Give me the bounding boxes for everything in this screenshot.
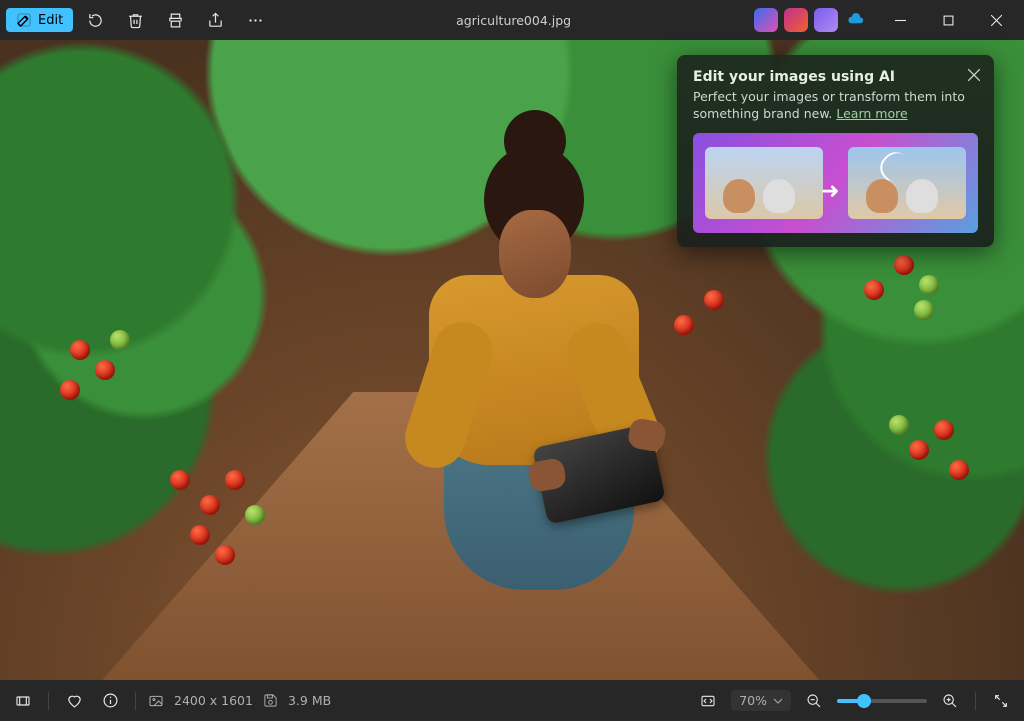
tip-heading: Edit your images using AI xyxy=(693,69,978,85)
fullscreen-button[interactable] xyxy=(988,688,1014,714)
tip-body-text: Perfect your images or transform them in… xyxy=(693,89,965,121)
tip-learn-more-link[interactable]: Learn more xyxy=(836,106,907,121)
rotate-icon xyxy=(87,12,104,29)
more-button[interactable] xyxy=(237,4,273,36)
zoom-value: 70% xyxy=(739,693,767,708)
image-viewport[interactable]: Edit your images using AI Perfect your i… xyxy=(0,40,1024,680)
delete-icon xyxy=(127,12,144,29)
favorite-icon xyxy=(66,692,83,709)
onedrive-app-icon xyxy=(846,10,866,30)
info-icon xyxy=(102,692,119,709)
gallery-view-icon xyxy=(15,693,31,709)
status-bar: 2400 x 1601 3.9 MB 70% xyxy=(0,680,1024,721)
share-button[interactable] xyxy=(197,4,233,36)
print-button[interactable] xyxy=(157,4,193,36)
file-size: 3.9 MB xyxy=(288,693,331,708)
window-title: agriculture004.jpg xyxy=(277,13,750,28)
close-icon xyxy=(968,69,980,81)
image-size-icon xyxy=(148,693,164,709)
zoom-slider-thumb[interactable] xyxy=(857,694,871,708)
edit-icon xyxy=(16,12,32,28)
tip-close-button[interactable] xyxy=(964,65,984,85)
zoom-in-button[interactable] xyxy=(937,688,963,714)
favorite-button[interactable] xyxy=(61,688,87,714)
ai-tip-card: Edit your images using AI Perfect your i… xyxy=(677,55,994,247)
maximize-icon xyxy=(943,15,954,26)
zoom-out-icon xyxy=(806,693,822,709)
gallery-view-button[interactable] xyxy=(10,688,36,714)
fullscreen-icon xyxy=(993,693,1009,709)
title-bar: Edit agriculture004.jpg xyxy=(0,0,1024,40)
tip-illustration: ➜ xyxy=(693,133,978,233)
maximize-button[interactable] xyxy=(926,4,970,36)
delete-button[interactable] xyxy=(117,4,153,36)
filesize-icon xyxy=(263,693,278,708)
minimize-button[interactable] xyxy=(878,4,922,36)
zoom-out-button[interactable] xyxy=(801,688,827,714)
fit-window-icon xyxy=(700,693,716,709)
designer-app-button[interactable] xyxy=(814,8,838,32)
fit-window-button[interactable] xyxy=(695,688,721,714)
photos-app-button[interactable] xyxy=(754,8,778,32)
onedrive-app-button[interactable] xyxy=(844,8,868,32)
app-launcher-group xyxy=(754,8,868,32)
edit-button[interactable]: Edit xyxy=(6,8,73,32)
zoom-slider[interactable] xyxy=(837,699,927,703)
edit-button-label: Edit xyxy=(38,13,63,28)
chevron-down-icon xyxy=(773,696,783,706)
print-icon xyxy=(167,12,184,29)
minimize-icon xyxy=(895,15,906,26)
rotate-button[interactable] xyxy=(77,4,113,36)
zoom-in-icon xyxy=(942,693,958,709)
more-icon xyxy=(247,12,264,29)
zoom-dropdown[interactable]: 70% xyxy=(731,690,791,711)
clipchamp-app-button[interactable] xyxy=(784,8,808,32)
info-button[interactable] xyxy=(97,688,123,714)
close-button[interactable] xyxy=(974,4,1018,36)
share-icon xyxy=(207,12,224,29)
image-dimensions: 2400 x 1601 xyxy=(174,693,253,708)
close-icon xyxy=(991,15,1002,26)
tip-body: Perfect your images or transform them in… xyxy=(693,89,978,123)
